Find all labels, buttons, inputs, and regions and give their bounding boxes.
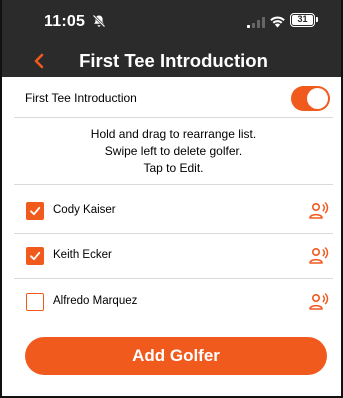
golfer-name: Keith Ecker — [53, 249, 112, 261]
screen: 11:05 31 First Tee Introduction First Te… — [0, 0, 343, 398]
toggle-label: First Tee Introduction — [25, 91, 137, 105]
golfer-name: Alfredo Marquez — [53, 295, 138, 307]
golfer-checkbox[interactable] — [26, 247, 44, 265]
status-time: 11:05 — [44, 13, 86, 30]
instructions: Hold and drag to rearrange list. Swipe l… — [2, 126, 341, 177]
intro-setting-row: First Tee Introduction — [14, 80, 333, 118]
golfer-row[interactable]: Alfredo Marquez — [14, 280, 333, 325]
instruction-line: Hold and drag to rearrange list. — [90, 127, 257, 141]
signal-icon — [247, 17, 265, 28]
page-title: First Tee Introduction — [79, 50, 268, 71]
person-voice-icon[interactable] — [308, 292, 330, 312]
wifi-icon — [270, 16, 285, 28]
add-golfer-button[interactable]: Add Golfer — [25, 337, 327, 375]
golfer-checkbox[interactable] — [26, 293, 44, 311]
golfer-checkbox[interactable] — [26, 202, 44, 220]
instruction-line: Tap to Edit. — [143, 161, 204, 175]
bell-slash-icon — [92, 14, 106, 28]
checkmark-icon — [30, 251, 41, 261]
status-bar: 11:05 31 — [2, 0, 341, 40]
list-divider — [14, 184, 333, 185]
toggle-knob — [307, 88, 328, 109]
top-bar: 11:05 31 First Tee Introduction — [2, 0, 341, 77]
battery-icon: 31 — [290, 13, 318, 27]
person-voice-icon[interactable] — [308, 246, 330, 266]
golfer-row[interactable]: Keith Ecker — [14, 234, 333, 279]
checkmark-icon — [30, 206, 41, 216]
golfer-name: Cody Kaiser — [53, 204, 116, 216]
person-voice-icon[interactable] — [308, 201, 330, 221]
battery-level: 31 — [292, 15, 313, 25]
intro-toggle[interactable] — [291, 86, 330, 111]
instruction-line: Swipe left to delete golfer. — [104, 144, 243, 158]
golfer-row[interactable]: Cody Kaiser — [14, 189, 333, 234]
